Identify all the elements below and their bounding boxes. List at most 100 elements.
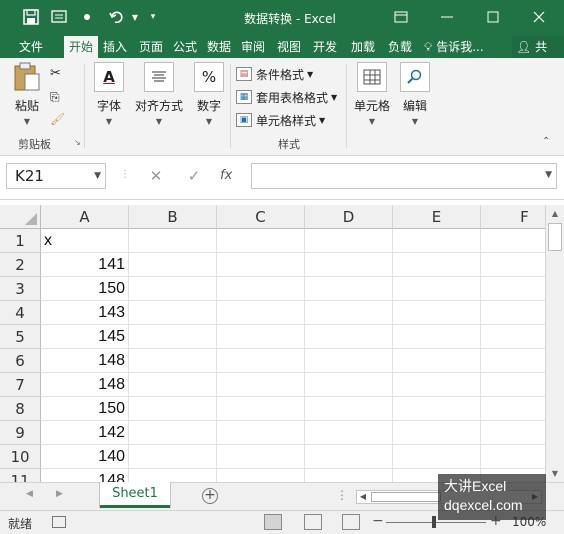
alignment-button[interactable]: 对齐方式 ▼: [132, 62, 186, 126]
cell[interactable]: [129, 229, 217, 253]
number-button[interactable]: % 数字 ▼: [192, 62, 226, 126]
paste-button[interactable]: 粘贴 ▼: [10, 62, 44, 126]
cell[interactable]: [129, 397, 217, 421]
cell[interactable]: [217, 301, 305, 325]
cell[interactable]: [393, 301, 481, 325]
normal-view-icon[interactable]: [264, 514, 282, 530]
cell[interactable]: [393, 229, 481, 253]
cell[interactable]: [305, 421, 393, 445]
cell[interactable]: [217, 229, 305, 253]
cell[interactable]: [481, 277, 545, 301]
cell[interactable]: [393, 349, 481, 373]
cell[interactable]: [217, 349, 305, 373]
scroll-down-icon[interactable]: ▼: [548, 467, 562, 481]
page-layout-view-icon[interactable]: [304, 514, 322, 530]
cell[interactable]: [217, 253, 305, 277]
enter-icon[interactable]: ✓: [184, 163, 204, 189]
tell-me-search[interactable]: 💡︎ 告诉我...: [424, 36, 484, 58]
vertical-scrollbar[interactable]: ▲ ▼: [545, 205, 564, 482]
cell[interactable]: [481, 349, 545, 373]
cell[interactable]: 148: [41, 349, 129, 373]
cell[interactable]: [481, 421, 545, 445]
format-as-table-button[interactable]: ▦ 套用表格格式 ▼: [236, 87, 337, 107]
cell[interactable]: [393, 397, 481, 421]
tab-file[interactable]: 文件: [10, 36, 52, 58]
cell[interactable]: 141: [41, 253, 129, 277]
column-header-a[interactable]: A: [41, 205, 129, 229]
row-header[interactable]: 9: [0, 421, 41, 445]
share-button[interactable]: 👤︎ 共: [512, 36, 564, 58]
cell[interactable]: x: [41, 229, 129, 253]
row-header[interactable]: 3: [0, 277, 41, 301]
format-painter-icon[interactable]: 🖌︎: [50, 112, 65, 126]
customize-icon[interactable]: ▾: [142, 6, 164, 28]
tab-page-layout[interactable]: 页面: [134, 36, 168, 58]
cell-styles-button[interactable]: ▣ 单元格样式 ▼: [236, 110, 325, 130]
cell[interactable]: [217, 469, 305, 482]
cell[interactable]: [305, 325, 393, 349]
column-header-b[interactable]: B: [129, 205, 217, 229]
page-break-view-icon[interactable]: [342, 514, 360, 530]
cell[interactable]: [217, 325, 305, 349]
row-header[interactable]: 2: [0, 253, 41, 277]
scroll-up-icon[interactable]: ▲: [548, 207, 562, 221]
close-icon[interactable]: [524, 5, 554, 29]
tab-data[interactable]: 数据: [204, 36, 234, 58]
row-header[interactable]: 7: [0, 373, 41, 397]
tab-addins[interactable]: 加载: [346, 36, 380, 58]
copy-icon[interactable]: ⎘: [50, 90, 60, 105]
column-header-e[interactable]: E: [393, 205, 481, 229]
row-header[interactable]: 11: [0, 469, 41, 482]
row-header[interactable]: 10: [0, 445, 41, 469]
cell[interactable]: [305, 349, 393, 373]
cell[interactable]: 148: [41, 373, 129, 397]
cell[interactable]: [217, 421, 305, 445]
sheet-tab-sheet1[interactable]: Sheet1: [100, 482, 170, 508]
cell[interactable]: [481, 253, 545, 277]
cell[interactable]: [393, 445, 481, 469]
worksheet-grid[interactable]: A B C D E F 1 x 2 141 3 150 4 143 5 145 6 148 7 148 8 1…: [0, 205, 545, 482]
cell[interactable]: [129, 469, 217, 482]
cut-icon[interactable]: ✂: [50, 66, 61, 81]
cell[interactable]: [393, 325, 481, 349]
font-button[interactable]: A 字体 ▼: [92, 62, 126, 126]
zoom-out-button[interactable]: −: [372, 513, 384, 529]
tab-insert[interactable]: 插入: [100, 36, 130, 58]
cell[interactable]: 150: [41, 277, 129, 301]
touch-mode-icon[interactable]: [48, 6, 70, 28]
zoom-slider[interactable]: [386, 522, 486, 523]
splitter-icon[interactable]: ⋮: [336, 488, 348, 502]
cell[interactable]: [481, 373, 545, 397]
cell[interactable]: [129, 421, 217, 445]
cell[interactable]: [393, 253, 481, 277]
name-box[interactable]: K21 ▼: [6, 163, 106, 189]
cell[interactable]: [481, 325, 545, 349]
cell[interactable]: 142: [41, 421, 129, 445]
zoom-slider-thumb[interactable]: [432, 516, 436, 528]
tab-load[interactable]: 负载: [384, 36, 416, 58]
cells-button[interactable]: 单元格 ▼: [352, 62, 392, 126]
ribbon-display-icon[interactable]: [386, 5, 416, 29]
cell[interactable]: 140: [41, 445, 129, 469]
cell[interactable]: [305, 229, 393, 253]
conditional-formatting-button[interactable]: ▤ 条件格式 ▼: [236, 64, 313, 84]
cell[interactable]: [305, 301, 393, 325]
cell[interactable]: [217, 445, 305, 469]
save-icon[interactable]: [20, 6, 42, 28]
maximize-icon[interactable]: [478, 5, 508, 29]
dot-icon[interactable]: [76, 6, 98, 28]
tab-home[interactable]: 开始: [64, 36, 98, 58]
scroll-thumb[interactable]: [548, 223, 562, 251]
scroll-thumb[interactable]: [371, 492, 441, 502]
cell[interactable]: [481, 397, 545, 421]
cell[interactable]: [481, 445, 545, 469]
collapse-ribbon-icon[interactable]: ⌃: [542, 136, 550, 147]
row-header[interactable]: 6: [0, 349, 41, 373]
tab-developer[interactable]: 开发: [308, 36, 342, 58]
cell[interactable]: [129, 445, 217, 469]
next-sheet-icon[interactable]: ▶: [56, 489, 63, 499]
cell[interactable]: [129, 277, 217, 301]
cell[interactable]: [129, 325, 217, 349]
cell[interactable]: [393, 373, 481, 397]
cell[interactable]: [305, 469, 393, 482]
